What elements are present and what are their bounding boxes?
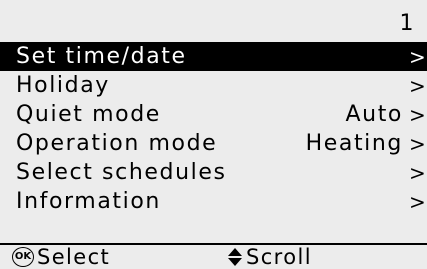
chevron-right-icon: >	[409, 73, 427, 98]
scroll-label: Scroll	[246, 245, 312, 269]
menu-item-label: Holiday	[16, 73, 110, 98]
chevron-right-icon: >	[409, 160, 427, 185]
chevron-right-icon: >	[409, 102, 427, 127]
menu-item-label: Quiet mode	[16, 102, 161, 127]
page-indicator: 1	[0, 6, 427, 42]
menu-item-label: Set time/date	[16, 44, 187, 69]
select-hint[interactable]: OK Select	[0, 245, 227, 269]
softkey-footer: OK Select Scroll	[0, 243, 427, 269]
menu-item-value: Auto	[345, 102, 403, 127]
main-menu: Set time/date > Holiday > Quiet mode Aut…	[0, 42, 427, 216]
menu-item-label: Operation mode	[16, 131, 218, 156]
controller-display: 1 Set time/date > Holiday > Quiet mode A…	[0, 0, 427, 269]
menu-item-value: Heating	[305, 131, 403, 156]
chevron-right-icon: >	[409, 131, 427, 156]
select-label: Select	[37, 245, 111, 269]
page-number: 1	[399, 11, 415, 36]
menu-item-holiday[interactable]: Holiday >	[0, 71, 427, 100]
ok-button-icon: OK	[12, 247, 34, 267]
menu-item-label: Select schedules	[16, 160, 227, 185]
menu-item-label: Information	[16, 189, 161, 214]
menu-item-set-time-date[interactable]: Set time/date >	[0, 42, 427, 71]
up-down-arrow-icon	[227, 247, 243, 267]
chevron-right-icon: >	[409, 44, 427, 69]
menu-item-quiet-mode[interactable]: Quiet mode Auto >	[0, 100, 427, 129]
chevron-right-icon: >	[409, 189, 427, 214]
menu-item-select-schedules[interactable]: Select schedules >	[0, 158, 427, 187]
scroll-hint[interactable]: Scroll	[227, 245, 312, 269]
menu-item-operation-mode[interactable]: Operation mode Heating >	[0, 129, 427, 158]
menu-item-information[interactable]: Information >	[0, 187, 427, 216]
